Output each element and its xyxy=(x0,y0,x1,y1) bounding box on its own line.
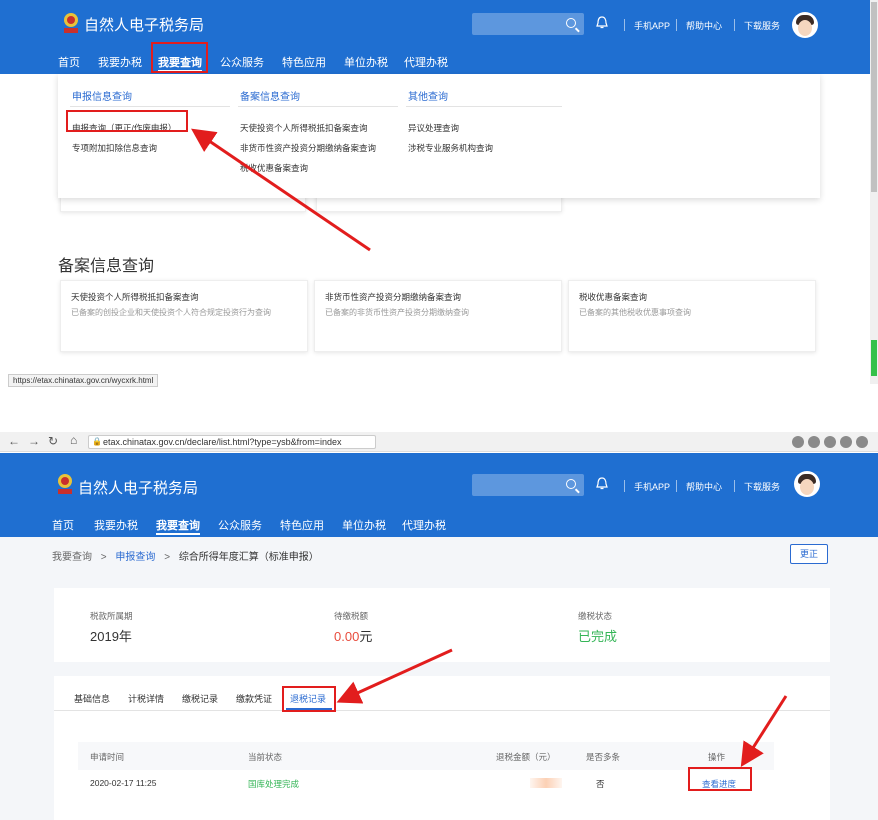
annotation-arrow xyxy=(191,128,371,252)
annotation-arrows xyxy=(336,648,788,768)
